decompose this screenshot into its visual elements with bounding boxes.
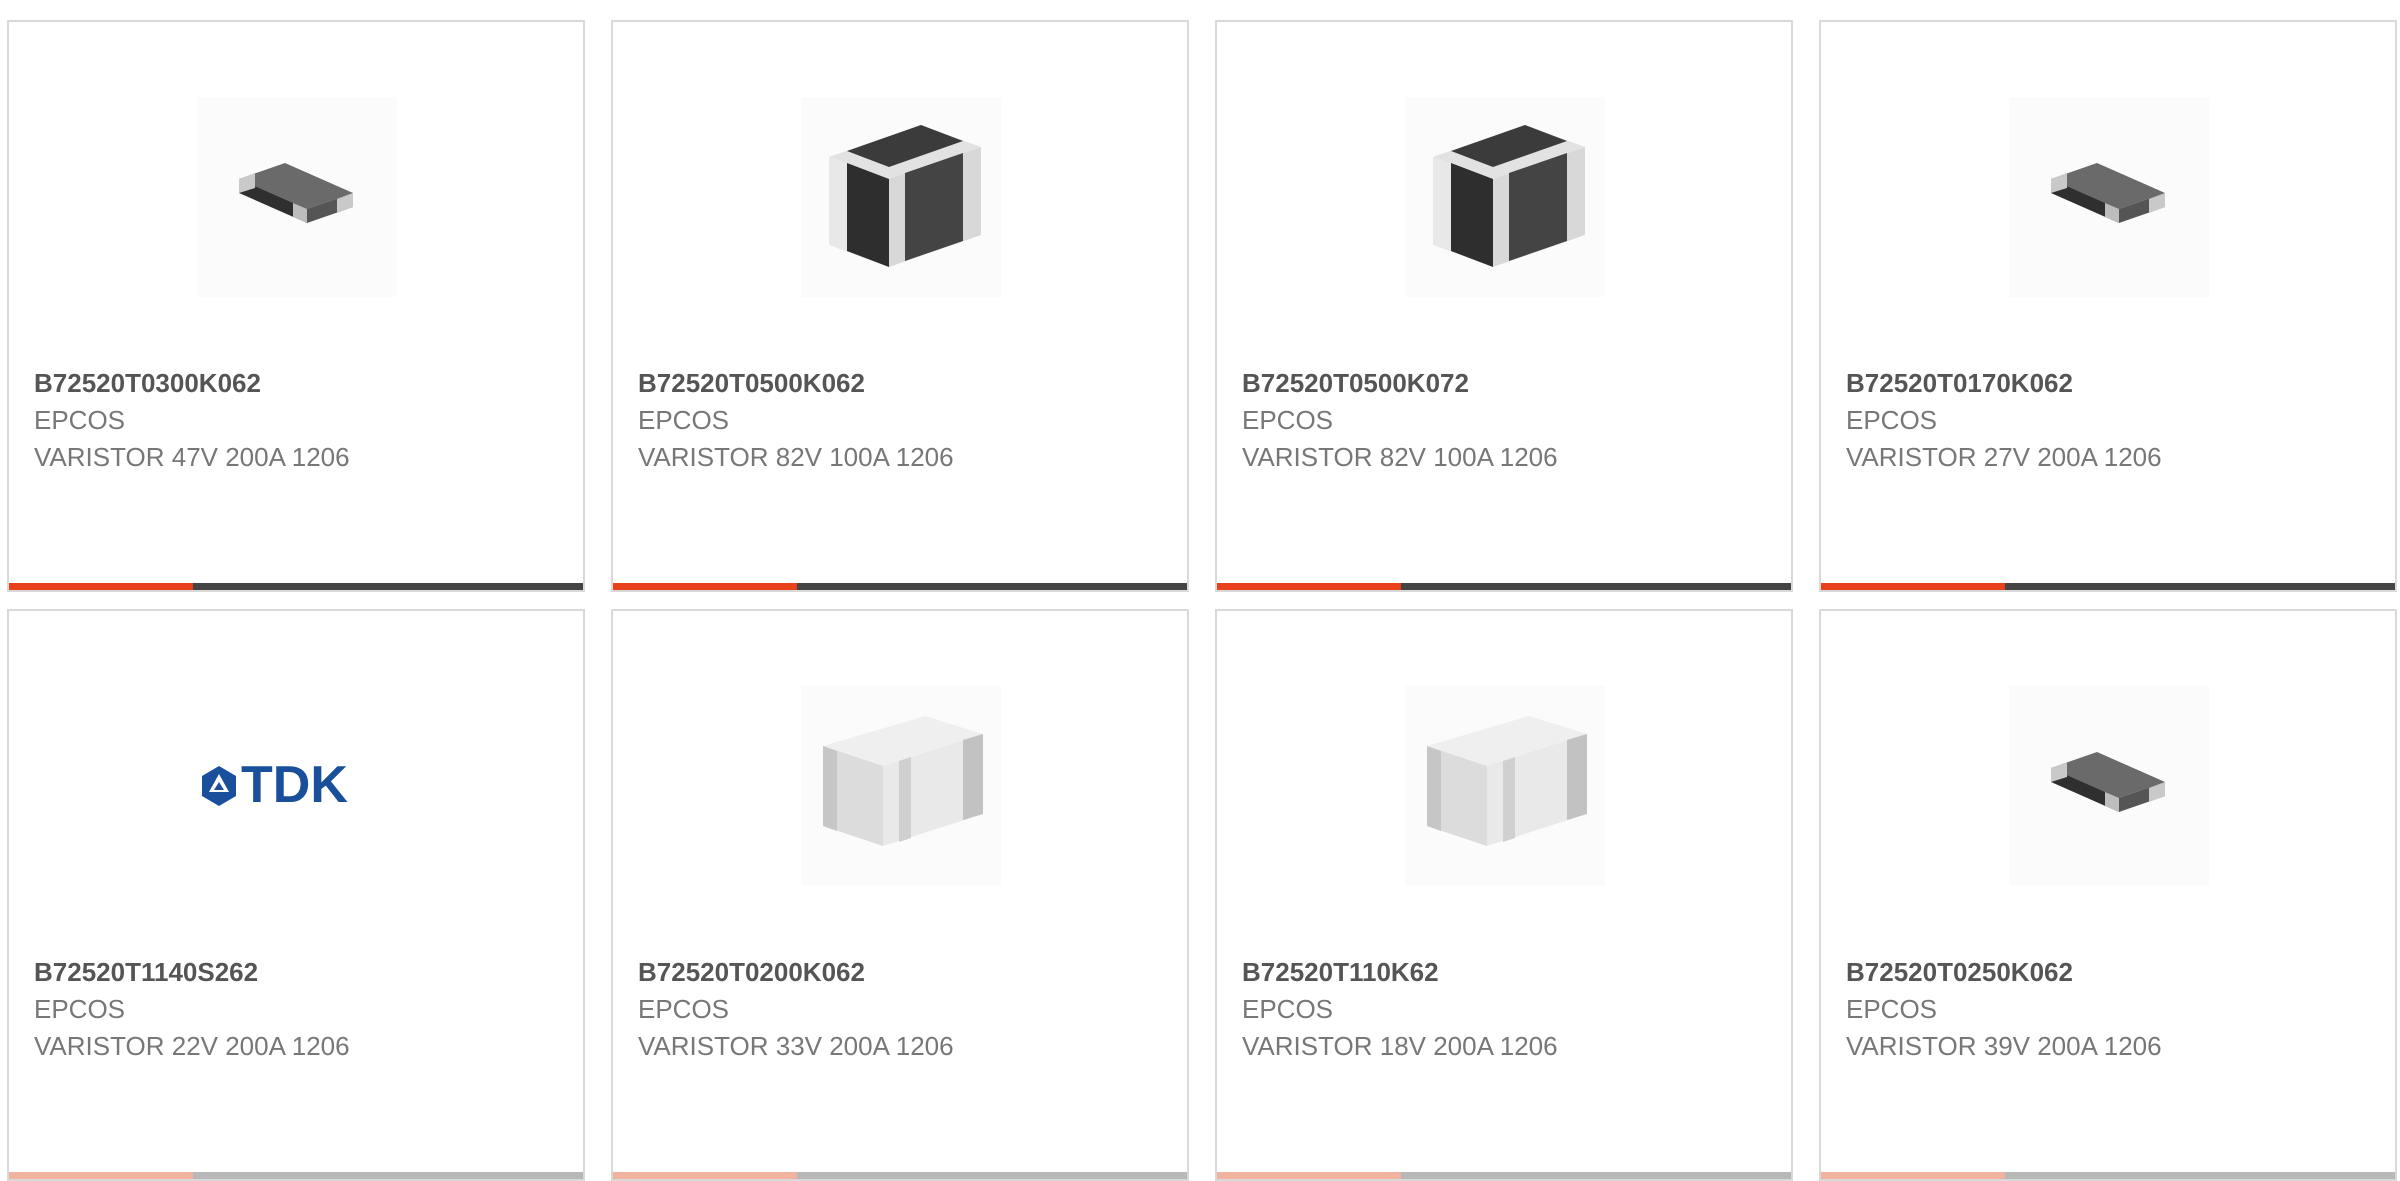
description: VARISTOR 82V 100A 1206: [638, 442, 954, 472]
manufacturer: EPCOS: [34, 405, 126, 435]
manufacturer: EPCOS: [1846, 405, 1938, 435]
product-card[interactable]: B72520T0250K062 EPCOS VARISTOR 39V 200A …: [1819, 609, 2397, 1181]
tdk-logo: TDK: [197, 686, 397, 886]
description: VARISTOR 82V 100A 1206: [1242, 442, 1558, 472]
varistor-white-icon: [801, 686, 1001, 886]
manufacturer: EPCOS: [638, 994, 730, 1024]
part-number[interactable]: B72520T0200K062: [638, 954, 954, 991]
manufacturer: EPCOS: [34, 994, 126, 1024]
part-number[interactable]: B72520T110K62: [1242, 954, 1558, 991]
manufacturer: EPCOS: [638, 405, 730, 435]
varistor-large-icon: [1405, 97, 1605, 297]
manufacturer: EPCOS: [1846, 994, 1938, 1024]
description: VARISTOR 33V 200A 1206: [638, 1031, 954, 1061]
product-card[interactable]: B72520T0500K062 EPCOS VARISTOR 82V 100A …: [611, 20, 1189, 592]
manufacturer: EPCOS: [1242, 405, 1334, 435]
product-card[interactable]: B72520T0170K062 EPCOS VARISTOR 27V 200A …: [1819, 20, 2397, 592]
manufacturer: EPCOS: [1242, 994, 1334, 1024]
varistor-white-icon: [1405, 686, 1605, 886]
product-card[interactable]: B72520T0300K062 EPCOS VARISTOR 47V 200A …: [7, 20, 585, 592]
varistor-small-icon: [2009, 97, 2209, 297]
description: VARISTOR 39V 200A 1206: [1846, 1031, 2162, 1061]
product-card[interactable]: B72520T0500K072 EPCOS VARISTOR 82V 100A …: [1215, 20, 1793, 592]
hover-progress-bar: [1217, 1172, 1791, 1179]
description: VARISTOR 47V 200A 1206: [34, 442, 350, 472]
description: VARISTOR 22V 200A 1206: [34, 1031, 350, 1061]
hover-progress-bar: [1821, 583, 2395, 590]
hover-progress-bar: [9, 583, 583, 590]
description: VARISTOR 27V 200A 1206: [1846, 442, 2162, 472]
hover-progress-bar: [613, 583, 1187, 590]
part-number[interactable]: B72520T0500K072: [1242, 365, 1558, 402]
part-number[interactable]: B72520T0250K062: [1846, 954, 2162, 991]
varistor-large-icon: [801, 97, 1001, 297]
hover-progress-bar: [1217, 583, 1791, 590]
part-number[interactable]: B72520T0170K062: [1846, 365, 2162, 402]
part-number[interactable]: B72520T0500K062: [638, 365, 954, 402]
description: VARISTOR 18V 200A 1206: [1242, 1031, 1558, 1061]
svg-text:TDK: TDK: [241, 756, 348, 814]
part-number[interactable]: B72520T1140S262: [34, 954, 350, 991]
product-grid: B72520T0300K062 EPCOS VARISTOR 47V 200A …: [0, 0, 2400, 1181]
part-number[interactable]: B72520T0300K062: [34, 365, 350, 402]
hover-progress-bar: [1821, 1172, 2395, 1179]
hover-progress-bar: [9, 1172, 583, 1179]
product-card[interactable]: B72520T110K62 EPCOS VARISTOR 18V 200A 12…: [1215, 609, 1793, 1181]
varistor-small-icon: [197, 97, 397, 297]
varistor-small-icon: [2009, 686, 2209, 886]
product-card[interactable]: B72520T0200K062 EPCOS VARISTOR 33V 200A …: [611, 609, 1189, 1181]
product-card[interactable]: TDK B72520T1140S262 EPCOS VARISTOR 22V 2…: [7, 609, 585, 1181]
hover-progress-bar: [613, 1172, 1187, 1179]
